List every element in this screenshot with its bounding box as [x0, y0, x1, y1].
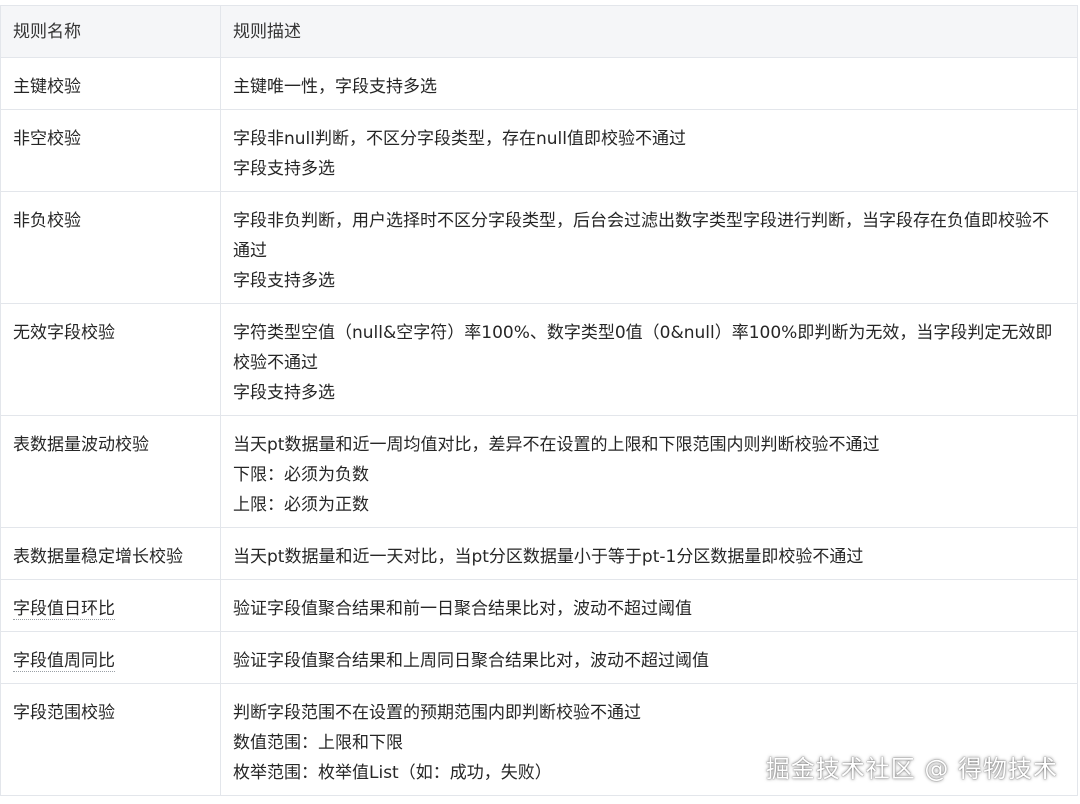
- rule-desc-line: 判断字段范围不在设置的预期范围内即判断校验不通过: [233, 703, 641, 723]
- table-row: 表数据量稳定增长校验 当天pt数据量和近一天对比，当pt分区数据量小于等于pt-…: [0, 527, 1078, 580]
- rule-desc-line: 上限：必须为正数: [233, 495, 369, 515]
- header-rule-name: 规则名称: [0, 5, 221, 58]
- rule-desc: 验证字段值聚合结果和前一日聚合结果比对，波动不超过阈值: [220, 579, 1078, 632]
- rule-desc-line: 字段支持多选: [233, 271, 335, 291]
- table-row: 非空校验 字段非null判断，不区分字段类型，存在null值即校验不通过 字段支…: [0, 109, 1078, 192]
- table-row: 无效字段校验 字符类型空值（null&空字符）率100%、数字类型0值（0&nu…: [0, 303, 1078, 416]
- rule-desc: 验证字段值聚合结果和上周同日聚合结果比对，波动不超过阈值: [220, 631, 1078, 684]
- rule-name: 字段范围校验: [0, 683, 221, 796]
- header-rule-desc: 规则描述: [220, 5, 1078, 58]
- table-row: 主键校验 主键唯一性，字段支持多选: [0, 57, 1078, 110]
- rule-name: 字段值周同比: [0, 631, 221, 684]
- rule-desc: 字符类型空值（null&空字符）率100%、数字类型0值（0&null）率100…: [220, 303, 1078, 416]
- rule-name: 表数据量稳定增长校验: [0, 527, 221, 580]
- rule-name: 主键校验: [0, 57, 221, 110]
- rule-desc-line: 当天pt数据量和近一天对比，当pt分区数据量小于等于pt-1分区数据量即校验不通…: [233, 547, 864, 567]
- rule-desc-line: 字段支持多选: [233, 383, 335, 403]
- rule-desc: 当天pt数据量和近一周均值对比，差异不在设置的上限和下限范围内则判断校验不通过 …: [220, 415, 1078, 528]
- rule-desc: 主键唯一性，字段支持多选: [220, 57, 1078, 110]
- rule-name: 无效字段校验: [0, 303, 221, 416]
- rule-name: 表数据量波动校验: [0, 415, 221, 528]
- rule-desc-line: 主键唯一性，字段支持多选: [233, 77, 437, 97]
- table-header-row: 规则名称 规则描述: [0, 5, 1078, 58]
- rule-desc-line: 字符类型空值（null&空字符）率100%、数字类型0值（0&null）率100…: [233, 323, 1053, 373]
- rule-name-text: 字段值周同比: [13, 651, 115, 672]
- table-row: 表数据量波动校验 当天pt数据量和近一周均值对比，差异不在设置的上限和下限范围内…: [0, 415, 1078, 528]
- rule-desc-line: 验证字段值聚合结果和前一日聚合结果比对，波动不超过阈值: [233, 599, 692, 619]
- rule-desc-line: 验证字段值聚合结果和上周同日聚合结果比对，波动不超过阈值: [233, 651, 709, 671]
- rule-name-text: 字段值日环比: [13, 599, 115, 620]
- rule-desc: 字段非null判断，不区分字段类型，存在null值即校验不通过 字段支持多选: [220, 109, 1078, 192]
- table-row: 字段值日环比 验证字段值聚合结果和前一日聚合结果比对，波动不超过阈值: [0, 579, 1078, 632]
- rules-table: 规则名称 规则描述 主键校验 主键唯一性，字段支持多选 非空校验 字段非null…: [0, 5, 1078, 796]
- rule-desc-line: 字段非负判断，用户选择时不区分字段类型，后台会过滤出数字类型字段进行判断，当字段…: [233, 211, 1049, 261]
- watermark: 掘金技术社区 @ 得物技术: [765, 755, 1058, 783]
- rule-name: 非负校验: [0, 191, 221, 304]
- rule-desc-line: 字段非null判断，不区分字段类型，存在null值即校验不通过: [233, 129, 686, 149]
- rule-name: 非空校验: [0, 109, 221, 192]
- rule-desc-line: 字段支持多选: [233, 159, 335, 179]
- rule-name: 字段值日环比: [0, 579, 221, 632]
- table-row: 非负校验 字段非负判断，用户选择时不区分字段类型，后台会过滤出数字类型字段进行判…: [0, 191, 1078, 304]
- rule-desc: 当天pt数据量和近一天对比，当pt分区数据量小于等于pt-1分区数据量即校验不通…: [220, 527, 1078, 580]
- rule-desc: 字段非负判断，用户选择时不区分字段类型，后台会过滤出数字类型字段进行判断，当字段…: [220, 191, 1078, 304]
- rule-desc-line: 当天pt数据量和近一周均值对比，差异不在设置的上限和下限范围内则判断校验不通过: [233, 435, 880, 455]
- rule-desc-line: 下限：必须为负数: [233, 465, 369, 485]
- table-row: 字段值周同比 验证字段值聚合结果和上周同日聚合结果比对，波动不超过阈值: [0, 631, 1078, 684]
